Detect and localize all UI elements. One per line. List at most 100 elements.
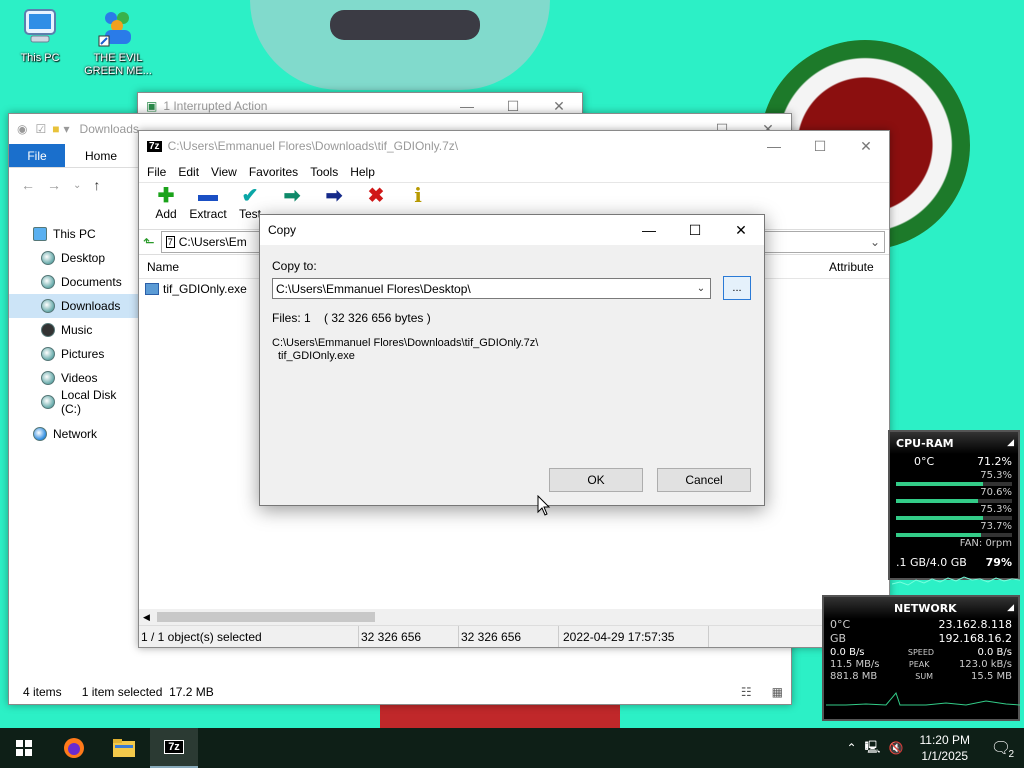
menu-help[interactable]: Help [344, 165, 381, 179]
menu-file[interactable]: File [141, 165, 172, 179]
scroll-left-icon[interactable]: ◀ [139, 612, 150, 623]
tree-item-desktop[interactable]: Desktop [9, 246, 139, 270]
clock[interactable]: 11:20 PM 1/1/2025 [912, 732, 978, 764]
minimize-button[interactable]: — [626, 215, 672, 245]
scroll-thumb[interactable] [157, 612, 375, 622]
navigation-tree: This PC Desktop Documents Downloads Musi… [9, 222, 139, 446]
tree-item-local-disk[interactable]: Local Disk (C:) [9, 388, 139, 416]
delete-button[interactable]: ✖ [355, 183, 397, 207]
up-folder-icon[interactable]: ⬑ [143, 234, 155, 251]
tool-label: Test [238, 207, 261, 221]
destination-combobox[interactable]: C:\Users\Emmanuel Flores\Desktop\ ⌄ [272, 278, 711, 299]
menu-tools[interactable]: Tools [304, 165, 344, 179]
extract-button[interactable]: ▬ Extract [187, 183, 229, 222]
network-history-graph [826, 691, 1020, 706]
notification-count: 2 [1008, 749, 1014, 760]
tree-item-label: Pictures [61, 347, 105, 361]
dropdown-icon[interactable]: ▾ [64, 122, 70, 136]
tool-label: Extract [189, 207, 227, 221]
notifications-button[interactable]: 🗨 2 [986, 738, 1016, 760]
tree-item-downloads[interactable]: Downloads [9, 294, 139, 318]
cpu-total: 71.2% [977, 455, 1012, 468]
forward-arrow-icon[interactable]: → [47, 177, 61, 193]
close-button[interactable]: ✕ [718, 215, 764, 245]
copy-dialog[interactable]: Copy — ☐ ✕ Copy to: C:\Users\Emmanuel Fl… [259, 214, 765, 506]
back-arrow-icon[interactable]: ← [21, 177, 35, 193]
copy-dialog-titlebar[interactable]: Copy — ☐ ✕ [260, 215, 764, 245]
music-icon [41, 323, 55, 337]
desktop-icon-this-pc[interactable]: This PC [0, 6, 80, 65]
network-icon [33, 427, 47, 441]
chevron-down-icon[interactable]: ⌄ [692, 283, 710, 294]
maximize-button[interactable]: ☐ [672, 215, 718, 245]
external-ip-row: 0°C 23.162.8.118 [824, 619, 1018, 633]
wallpaper-ribbon [330, 10, 480, 40]
move-icon: ➡ [325, 184, 343, 207]
copy-button[interactable]: ➡ [271, 183, 313, 207]
tree-item-label: Videos [61, 371, 98, 385]
tree-item-label: Network [53, 427, 98, 441]
ram-row: .1 GB/4.0 GB 79% [890, 556, 1018, 570]
window-title: 1 Interrupted Action [163, 99, 268, 113]
horizontal-scrollbar[interactable]: ◀ ▶ [139, 609, 889, 625]
chevron-down-icon[interactable]: ⌄ [870, 235, 880, 249]
tab-home[interactable]: Home [65, 144, 137, 167]
close-button[interactable]: ✕ [843, 131, 889, 161]
move-button[interactable]: ➡ [313, 183, 355, 207]
ram-percent: 79% [985, 556, 1012, 569]
tree-item-label: Downloads [61, 299, 121, 313]
cpu-core-row: 75.3% [890, 504, 1018, 516]
taskbar-firefox[interactable] [50, 728, 98, 768]
network-status-icon[interactable]: 🖳 [865, 738, 881, 759]
tree-item-pictures[interactable]: Pictures [9, 342, 139, 366]
maximize-button[interactable]: ☐ [797, 131, 843, 161]
menu-bar: File Edit View Favorites Tools Help [139, 161, 889, 183]
cancel-button[interactable]: Cancel [657, 468, 751, 492]
explorer-app-icon: ◉ [17, 122, 28, 136]
sevenzip-titlebar[interactable]: 7z C:\Users\Emmanuel Flores\Downloads\ti… [139, 131, 889, 161]
quick-access-icon[interactable]: ☑ [35, 122, 46, 136]
info-button[interactable]: i [397, 183, 439, 207]
status-size: 32 326 656 [359, 626, 459, 647]
close-icon[interactable]: ◢ [1007, 603, 1014, 613]
minimize-button[interactable]: — [751, 131, 797, 161]
core-bar [896, 533, 1012, 537]
net-sum-row: 881.8 MB SUM 15.5 MB [824, 671, 1018, 683]
destination-value: C:\Users\Emmanuel Flores\Desktop\ [276, 281, 471, 296]
menu-favorites[interactable]: Favorites [243, 165, 304, 179]
menu-edit[interactable]: Edit [172, 165, 205, 179]
evil-green-shortcut-icon [97, 6, 139, 48]
close-icon[interactable]: ◢ [1007, 438, 1014, 448]
taskbar-7zip[interactable]: 7z [150, 728, 198, 768]
tree-item-videos[interactable]: Videos [9, 366, 139, 390]
details-view-icon[interactable]: ☷ [741, 685, 752, 699]
cpu-ram-gadget: CPU-RAM ◢ 0°C 71.2% 75.3% 70.6% 75.3% 73… [888, 430, 1020, 586]
ok-button[interactable]: OK [549, 468, 643, 492]
sevenzip-app-icon: 7z [147, 140, 162, 152]
tree-item-network[interactable]: Network [9, 422, 139, 446]
internal-ip: 192.168.16.2 [938, 632, 1012, 645]
up-arrow-icon[interactable]: ↑ [93, 177, 100, 193]
cpu-history-graph [892, 576, 1020, 586]
desktop-icon-evil-green[interactable]: THE EVIL GREEN ME... [78, 6, 158, 78]
taskbar-file-explorer[interactable] [100, 728, 148, 768]
large-icons-view-icon[interactable]: ▦ [772, 685, 783, 699]
chevron-down-icon[interactable]: ⌄ [73, 180, 81, 191]
windows-logo-icon [16, 740, 32, 756]
tree-item-music[interactable]: Music [9, 318, 139, 342]
tree-item-documents[interactable]: Documents [9, 270, 139, 294]
tab-file[interactable]: File [9, 144, 65, 167]
browse-button[interactable]: ... [723, 276, 751, 300]
info-icon: i [414, 183, 422, 207]
menu-view[interactable]: View [205, 165, 243, 179]
start-button[interactable] [0, 728, 48, 768]
documents-icon [41, 275, 55, 289]
test-icon: ✔ [241, 184, 259, 207]
volume-muted-icon[interactable]: 🔇 [889, 741, 904, 755]
chevron-up-icon[interactable]: ⌃ [846, 741, 856, 755]
tree-item-this-pc[interactable]: This PC [9, 222, 139, 246]
add-button[interactable]: ✚ Add [145, 183, 187, 222]
desktop-icon [41, 251, 55, 265]
column-attributes[interactable]: Attribute [827, 260, 889, 274]
pictures-icon [41, 347, 55, 361]
